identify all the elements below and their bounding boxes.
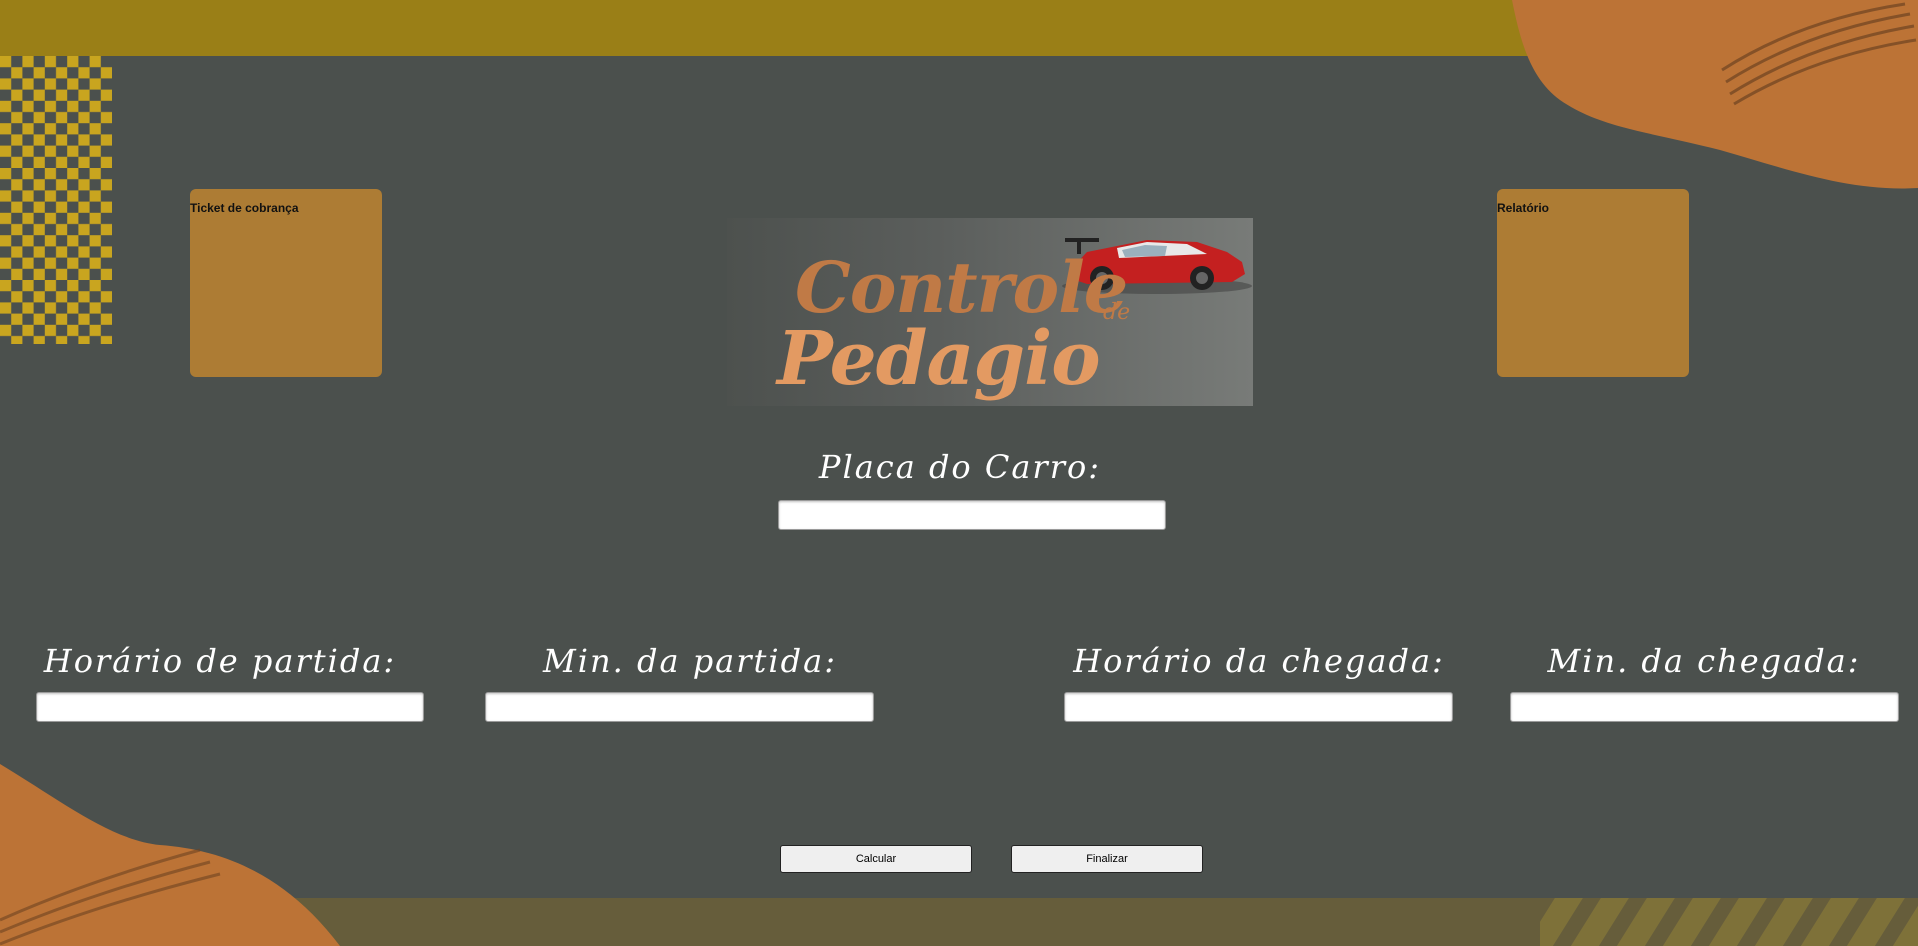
ticket-de-cobranca-panel[interactable]: Ticket de cobrança	[190, 189, 382, 377]
horario-de-partida-label: Horário de partida:	[43, 642, 397, 680]
min-da-chegada-input[interactable]	[1510, 692, 1899, 722]
horario-de-partida-input[interactable]	[36, 692, 424, 722]
horario-da-chegada-input[interactable]	[1064, 692, 1453, 722]
controle-de-pedagio-logo: Controle de Pedagio	[727, 218, 1253, 406]
logo-connector: de	[1103, 300, 1131, 325]
checkered-flag-pattern	[0, 56, 112, 344]
horario-da-chegada-label: Horário da chegada:	[1073, 642, 1445, 680]
min-da-partida-input[interactable]	[485, 692, 874, 722]
bottom-banner-stripe	[0, 898, 1918, 946]
top-banner-stripe	[0, 0, 1918, 56]
calcular-button[interactable]: Calcular	[780, 845, 972, 873]
placa-do-carro-label: Placa do Carro:	[818, 448, 1102, 486]
relatorio-panel[interactable]: Relatório	[1497, 189, 1689, 377]
relatorio-label: Relatório	[1497, 201, 1550, 215]
finalizar-button[interactable]: Finalizar	[1011, 845, 1203, 873]
placa-do-carro-input[interactable]	[778, 500, 1166, 530]
ticket-de-cobranca-label: Ticket de cobrança	[190, 201, 299, 215]
min-da-partida-label: Min. da partida:	[543, 642, 837, 680]
logo-line-2: Pedagio	[777, 316, 1101, 402]
min-da-chegada-label: Min. da chegada:	[1547, 642, 1861, 680]
